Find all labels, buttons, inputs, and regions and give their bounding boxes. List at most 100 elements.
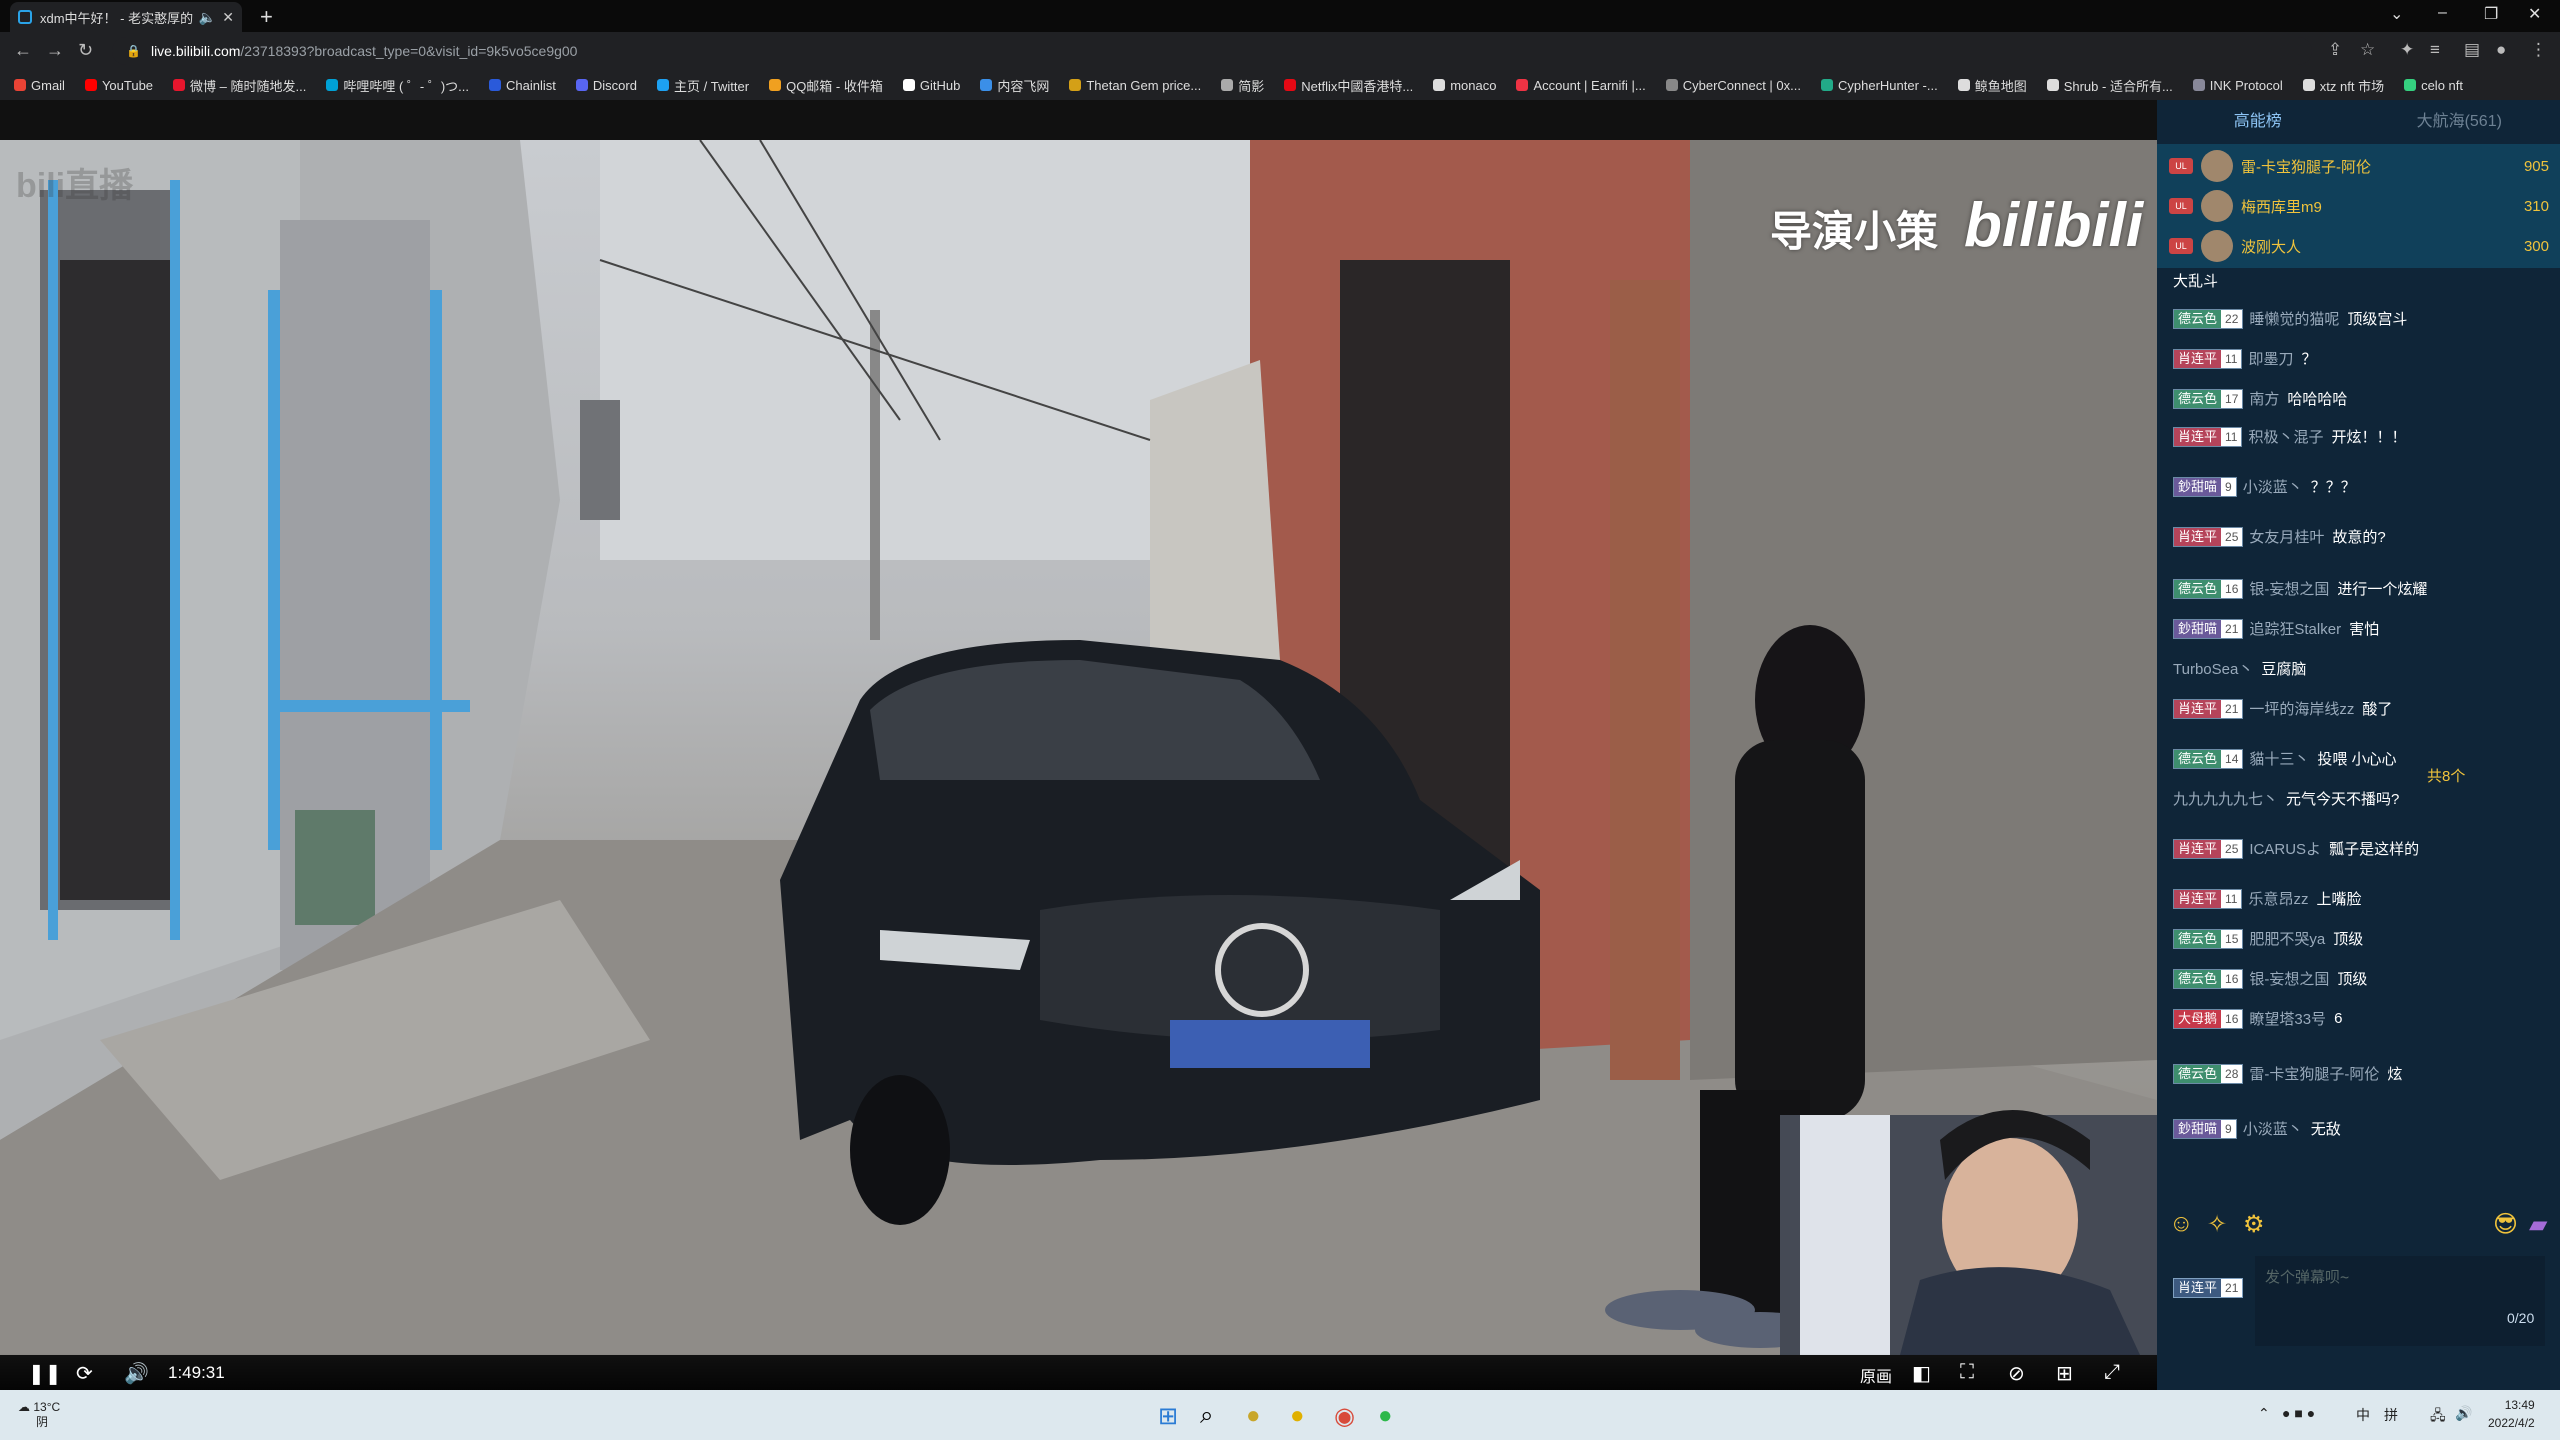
fan-medal[interactable]: 德云色 16: [2173, 968, 2244, 989]
danmaku-message[interactable]: 大乱斗: [2173, 270, 2548, 291]
fan-medal[interactable]: 大母鹅 16: [2173, 1008, 2244, 1029]
windows-start-icon[interactable]: ⊞: [1158, 1402, 1178, 1431]
bookmark-item[interactable]: 微博 – 随时随地发...: [173, 76, 306, 95]
fan-medal[interactable]: 德云色 22: [2173, 308, 2244, 329]
chat-bubble-icon[interactable]: ▰: [2529, 1210, 2547, 1239]
chat-username[interactable]: 貓十三丶: [2249, 748, 2309, 769]
network-icon[interactable]: 🖧: [2430, 1405, 2446, 1429]
wechat-icon[interactable]: ●: [1378, 1402, 1393, 1430]
video-player[interactable]: bili直播 导演小策 bilibili ❚❚ ⟳ 🔊 1:49:31 原画 ◧ …: [0, 100, 2157, 1390]
bookmark-item[interactable]: INK Protocol: [2192, 78, 2283, 93]
fan-medal[interactable]: 德云色 28: [2173, 1063, 2244, 1084]
chat-username[interactable]: 九九九九九七丶: [2173, 788, 2278, 809]
danmaku-message[interactable]: 肖连平 11 即墨刀？: [2173, 348, 2548, 369]
chat-username[interactable]: 肥肥不哭ya: [2249, 928, 2325, 949]
fan-medal[interactable]: 德云色 17: [2173, 388, 2244, 409]
danmaku-message[interactable]: 九九九九九七丶 元气今天不播吗?: [2173, 788, 2548, 809]
address-bar[interactable]: 🔒 live.bilibili.com /23718393?broadcast_…: [112, 37, 2312, 65]
danmaku-message[interactable]: 德云色 15 肥肥不哭ya 顶级: [2173, 928, 2548, 949]
danmaku-message[interactable]: 德云色 28 雷-卡宝狗腿子-阿伦炫: [2173, 1063, 2548, 1084]
chat-username[interactable]: 睡懒觉的猫呢: [2249, 308, 2339, 329]
fullscreen-icon[interactable]: ⤢: [2104, 1361, 2120, 1384]
close-tab-icon[interactable]: ✕: [222, 9, 234, 26]
bookmark-item[interactable]: 简影: [1221, 76, 1264, 95]
bookmark-item[interactable]: Discord: [575, 78, 637, 93]
bookmark-item[interactable]: 鲸鱼地图: [1957, 76, 2027, 95]
emoji-icon[interactable]: ☺: [2169, 1210, 2194, 1238]
fan-medal[interactable]: 肖连平 25: [2173, 838, 2244, 859]
refresh-stream-icon[interactable]: ⟳: [76, 1361, 93, 1386]
danmaku-toggle-icon[interactable]: ⊘: [2008, 1361, 2025, 1386]
chat-username[interactable]: TurboSea丶: [2173, 658, 2253, 679]
bookmark-item[interactable]: CyberConnect | 0x...: [1665, 78, 1801, 93]
sound-icon[interactable]: 🔊: [2455, 1405, 2472, 1422]
app-icon-1[interactable]: ●: [1246, 1402, 1261, 1430]
chat-username[interactable]: 积极丶混子: [2248, 426, 2323, 447]
danmaku-message[interactable]: 肖连平 25 ICARUSよ 瓢子是这样的: [2173, 838, 2548, 859]
lottery-icon[interactable]: ⚙: [2243, 1210, 2265, 1239]
danmaku-settings-icon[interactable]: ⊞: [2056, 1361, 2073, 1386]
danmaku-message[interactable]: 鈔甜喵 9 小淡蓝丶 ？？？: [2173, 476, 2548, 497]
extensions-icon[interactable]: ✦: [2400, 40, 2414, 60]
bookmark-star-icon[interactable]: ☆: [2360, 40, 2375, 60]
bookmark-item[interactable]: Gmail: [14, 78, 65, 93]
bookmark-item[interactable]: 哔哩哔哩 ( ゜- ゜)つ...: [326, 76, 469, 95]
browser-tab[interactable]: xdm中午好！ - 老实憨厚的笑... 🔈 ✕: [10, 2, 242, 32]
back-icon[interactable]: ←: [14, 40, 32, 61]
sticker-icon[interactable]: 😎: [2493, 1210, 2518, 1239]
chat-username[interactable]: 银-妄想之国: [2249, 578, 2329, 599]
web-fullscreen-icon[interactable]: ⛶: [1960, 1361, 1974, 1384]
bookmark-item[interactable]: QQ邮箱 - 收件箱: [769, 76, 883, 95]
danmaku-message[interactable]: 肖连平 25 女友月桂叶 故意的?: [2173, 526, 2548, 547]
danmaku-message[interactable]: 德云色 16 银-妄想之国 顶级: [2173, 968, 2548, 989]
menu-icon[interactable]: ⋮: [2530, 40, 2547, 60]
minimize-icon[interactable]: –: [2438, 4, 2447, 22]
danmaku-message[interactable]: 鈔甜喵 21 追踪狂Stalker 害怕: [2173, 618, 2548, 639]
danmaku-message[interactable]: 肖连平 21 一坪的海岸线zz 酸了: [2173, 698, 2548, 719]
rank-row[interactable]: UL 波刚大人 300: [2169, 226, 2549, 266]
fan-medal[interactable]: 德云色 14: [2173, 748, 2244, 769]
ime-mode[interactable]: 拼: [2384, 1405, 2398, 1425]
video-frame[interactable]: bili直播 导演小策 bilibili: [0, 140, 2157, 1355]
chat-username[interactable]: ICARUSよ: [2249, 838, 2321, 859]
bookmark-item[interactable]: Netflix中國香港特...: [1284, 76, 1413, 95]
danmaku-message[interactable]: 德云色 17 南方 哈哈哈哈: [2173, 388, 2548, 409]
media-icon[interactable]: ≡: [2430, 40, 2440, 60]
fan-medal[interactable]: 肖连平 21: [2173, 698, 2244, 719]
rank-row[interactable]: UL 梅西库里m9 310: [2169, 186, 2549, 226]
danmaku-input[interactable]: [2255, 1256, 2545, 1346]
forward-icon[interactable]: →: [46, 40, 64, 61]
fan-medal[interactable]: 鈔甜喵 21: [2173, 618, 2244, 639]
danmaku-message[interactable]: 肖连平 11 积极丶混子 开炫！！！: [2173, 426, 2548, 447]
system-clock[interactable]: 13:49 2022/4/2: [2488, 1396, 2535, 1432]
share-icon[interactable]: ⇪: [2328, 40, 2342, 60]
new-tab-icon[interactable]: +: [260, 4, 273, 30]
danmaku-message[interactable]: 大母鹅 16 瞭望塔33号 6: [2173, 1008, 2548, 1029]
chat-username[interactable]: 即墨刀: [2248, 348, 2293, 369]
fan-medal[interactable]: 鈔甜喵 9: [2173, 1118, 2237, 1139]
fan-medal[interactable]: 德云色 16: [2173, 578, 2244, 599]
chat-username[interactable]: 南方: [2249, 388, 2279, 409]
quality-button[interactable]: 原画: [1860, 1363, 1892, 1387]
tab-fleet[interactable]: 大航海(561): [2359, 100, 2560, 144]
weather-widget[interactable]: ☁ 13°C 阴: [18, 1400, 60, 1430]
bookmark-item[interactable]: 主页 / Twitter: [656, 76, 749, 95]
danmaku-message[interactable]: 德云色 22 睡懒觉的猫呢 顶级宫斗: [2173, 308, 2548, 329]
chat-username[interactable]: 小淡蓝丶: [2243, 476, 2303, 497]
chat-username[interactable]: 雷-卡宝狗腿子-阿伦: [2249, 1063, 2379, 1084]
mute-tab-icon[interactable]: 🔈: [199, 9, 216, 26]
chrome-icon[interactable]: ◉: [1334, 1402, 1355, 1431]
fan-medal[interactable]: 肖连平 11: [2173, 348, 2243, 369]
chat-username[interactable]: 追踪狂Stalker: [2249, 618, 2341, 639]
bookmark-item[interactable]: Shrub - 适合所有...: [2046, 76, 2173, 95]
bookmark-item[interactable]: monaco: [1433, 78, 1496, 93]
sidepanel-icon[interactable]: ▤: [2464, 40, 2480, 60]
restore-icon[interactable]: ❐: [2484, 4, 2498, 24]
danmaku-list[interactable]: 大乱斗德云色 22 睡懒觉的猫呢 顶级宫斗 肖连平 11 即墨刀？ 德云色 17 南方 哈哈哈哈 肖连…: [2157, 268, 2560, 1268]
profile-avatar-icon[interactable]: ●: [2496, 40, 2506, 60]
danmaku-message[interactable]: 德云色 16 银-妄想之国 进行一个炫耀: [2173, 578, 2548, 599]
my-medal[interactable]: 肖连平 21: [2173, 1278, 2249, 1298]
bookmark-item[interactable]: xtz nft 市场: [2302, 76, 2384, 95]
tray-app-icons[interactable]: ● ■ ●: [2282, 1405, 2315, 1421]
fan-medal[interactable]: 肖连平 25: [2173, 526, 2244, 547]
